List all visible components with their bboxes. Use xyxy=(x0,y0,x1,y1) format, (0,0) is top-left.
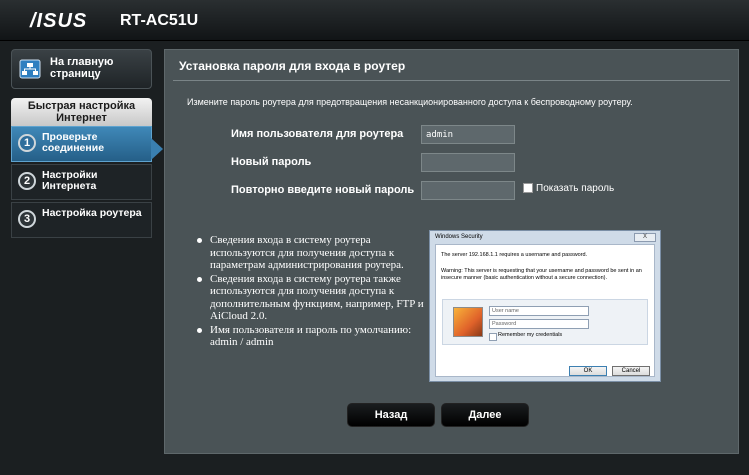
remember-label: Remember my credentials xyxy=(498,332,563,338)
note-item: Имя пользователя и пароль по умолчанию: … xyxy=(195,324,425,349)
dialog-title: Windows Security xyxy=(435,234,483,240)
dialog-ok-button: OK xyxy=(569,366,607,376)
home-button[interactable]: На главную страницу xyxy=(11,49,152,89)
step-router-settings[interactable]: 3 Настройка роутера xyxy=(11,202,152,238)
model-name: RT-AC51U xyxy=(120,12,199,29)
step-label: Настройка роутера xyxy=(42,207,142,219)
note-item: Сведения входа в систему роутера использ… xyxy=(195,234,425,272)
brand-logo: /ISUS xyxy=(30,10,88,32)
step-number-1: 1 xyxy=(18,134,36,152)
next-button[interactable]: Далее xyxy=(441,403,529,427)
credential-box: User name Password Remember my credentia… xyxy=(442,299,648,345)
step-check-connection[interactable]: 1 Проверьте соединение xyxy=(11,126,152,162)
dialog-text: The server 192.168.1.1 requires a userna… xyxy=(441,252,588,258)
dialog-username-field: User name xyxy=(489,306,589,316)
step-label: Проверьте соединение xyxy=(42,131,105,154)
step-label: Настройки Интернета xyxy=(42,169,98,192)
info-notes: Сведения входа в систему роутера использ… xyxy=(195,234,425,350)
show-password-label: Показать пароль xyxy=(536,183,615,194)
step-number-3: 3 xyxy=(18,210,36,228)
confirm-password-input[interactable] xyxy=(421,181,515,200)
header: /ISUS RT-AC51U xyxy=(0,0,749,41)
main-panel: Установка пароля для входа в роутер Изме… xyxy=(164,49,739,454)
username-input[interactable] xyxy=(421,125,515,144)
dialog-password-field: Password xyxy=(489,319,589,329)
windows-security-dialog-image: Windows Security X The server 192.168.1.… xyxy=(429,230,661,382)
title-divider xyxy=(173,80,730,81)
close-icon: X xyxy=(634,233,656,242)
active-step-arrow xyxy=(151,138,163,160)
note-item: Сведения входа в систему роутера также и… xyxy=(195,273,425,323)
remember-checkbox xyxy=(489,333,497,341)
step-number-2: 2 xyxy=(18,172,36,190)
dialog-warning: Warning: This server is requesting that … xyxy=(441,268,642,281)
show-password-checkbox[interactable] xyxy=(523,183,533,193)
username-label: Имя пользователя для роутера xyxy=(231,128,404,140)
confirm-password-label: Повторно введите новый пароль xyxy=(231,184,415,196)
new-password-input[interactable] xyxy=(421,153,515,172)
dialog-body: The server 192.168.1.1 requires a userna… xyxy=(435,244,655,377)
dialog-cancel-button: Cancel xyxy=(612,366,650,376)
network-icon xyxy=(19,59,41,79)
back-button[interactable]: Назад xyxy=(347,403,435,427)
home-label: На главную страницу xyxy=(50,56,114,80)
page-description: Измените пароль роутера для предотвращен… xyxy=(187,97,633,107)
page-title: Установка пароля для входа в роутер xyxy=(179,59,406,73)
new-password-label: Новый пароль xyxy=(231,156,312,168)
quick-setup-title: Быстрая настройка Интернет xyxy=(11,98,152,126)
step-internet-settings[interactable]: 2 Настройки Интернета xyxy=(11,164,152,200)
user-picture-icon xyxy=(453,307,483,337)
